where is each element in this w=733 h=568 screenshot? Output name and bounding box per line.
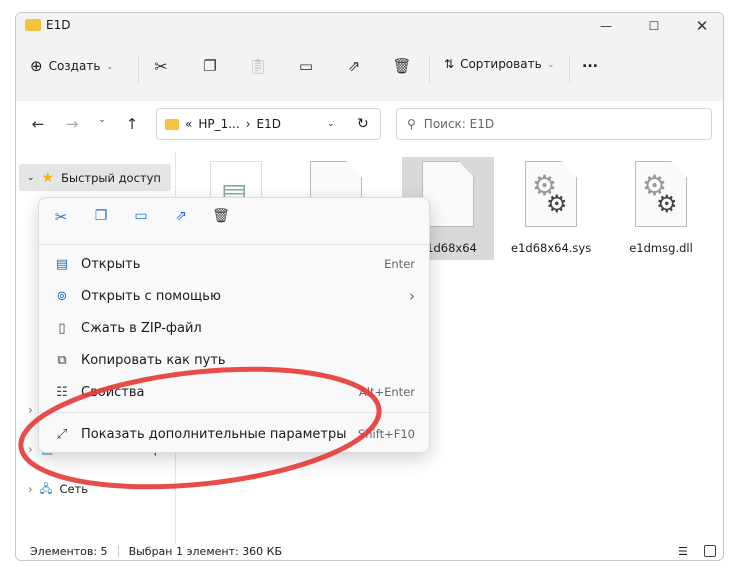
highlight-ellipse-annotation — [18, 366, 382, 490]
